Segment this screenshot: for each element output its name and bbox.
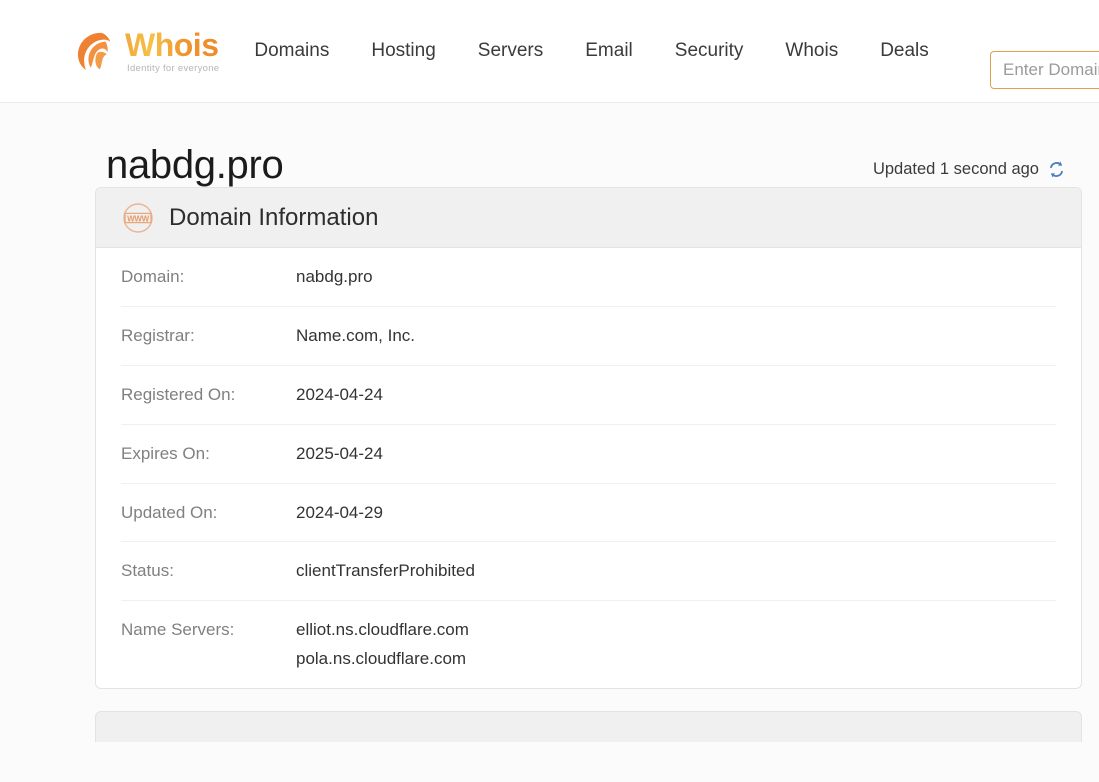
brand-wordmark: Whois Identity for everyone — [125, 29, 219, 74]
row-value-name-servers: elliot.ns.cloudflare.com pola.ns.cloudfl… — [296, 616, 1056, 674]
brand-logo-link[interactable]: Whois Identity for everyone — [72, 29, 219, 74]
table-row-status: Status: clientTransferProhibited — [121, 542, 1056, 602]
row-label: Registered On: — [121, 384, 236, 404]
row-value: 2024-04-29 — [296, 502, 383, 522]
row-label: Status: — [121, 561, 174, 581]
nav-item-email[interactable]: Email — [585, 34, 633, 68]
domain-information-card: WWW Domain Information Domain: nabdg.pro… — [95, 187, 1082, 690]
table-row-expires-on: Expires On: 2025-04-24 — [121, 425, 1056, 484]
site-header: Whois Identity for everyone Domains Host… — [0, 0, 1099, 103]
refresh-sync-icon[interactable] — [1047, 160, 1066, 179]
row-label: Updated On: — [121, 502, 218, 522]
updated-status: Updated 1 second ago — [873, 160, 1066, 179]
domain-search-input[interactable] — [990, 51, 1099, 89]
row-value: nabdg.pro — [296, 267, 373, 286]
row-label: Registrar: — [121, 325, 195, 345]
row-label: Expires On: — [121, 443, 210, 463]
nav-item-servers[interactable]: Servers — [478, 34, 543, 68]
row-label: Domain: — [121, 267, 185, 286]
next-card-partial — [95, 711, 1082, 743]
domain-information-card-header: WWW Domain Information — [96, 188, 1081, 248]
page-content: nabdg.pro Updated 1 second ago WWW Domai… — [0, 103, 1099, 782]
name-server-item: pola.ns.cloudflare.com — [296, 649, 467, 669]
row-value: clientTransferProhibited — [296, 561, 475, 581]
table-row-domain: Domain: nabdg.pro — [121, 248, 1056, 307]
www-globe-icon: WWW — [122, 202, 154, 234]
table-row-registered-on: Registered On: 2024-04-24 — [121, 366, 1056, 425]
table-row-updated-on: Updated On: 2024-04-29 — [121, 484, 1056, 543]
name-server-item: elliot.ns.cloudflare.com — [296, 620, 469, 640]
table-row-name-servers: Name Servers: elliot.ns.cloudflare.com p… — [121, 601, 1056, 688]
brand-tagline: Identity for everyone — [127, 62, 220, 74]
updated-timestamp-label: Updated 1 second ago — [872, 160, 1039, 178]
main-navigation: Domains Hosting Servers Email Security W… — [254, 34, 928, 68]
nav-item-security[interactable]: Security — [675, 34, 744, 68]
page-title-row: nabdg.pro Updated 1 second ago — [106, 103, 1083, 187]
domain-information-table: Domain: nabdg.pro Registrar: Name.com, I… — [96, 248, 1081, 688]
svg-text:WWW: WWW — [127, 214, 150, 223]
brand-name: Whois — [125, 26, 219, 63]
table-row-registrar: Registrar: Name.com, Inc. — [121, 307, 1056, 366]
nav-item-whois[interactable]: Whois — [785, 34, 838, 68]
nav-item-deals[interactable]: Deals — [880, 34, 929, 68]
row-label: Name Servers: — [121, 620, 235, 640]
row-value: Name.com, Inc. — [296, 325, 416, 345]
nav-item-hosting[interactable]: Hosting — [371, 34, 435, 68]
nav-item-domains[interactable]: Domains — [254, 34, 329, 68]
whois-swirl-logo-icon — [72, 29, 116, 73]
page-title: nabdg.pro — [106, 143, 284, 187]
row-value: 2025-04-24 — [296, 443, 383, 463]
row-value: 2024-04-24 — [296, 384, 383, 404]
domain-information-title: Domain Information — [169, 203, 379, 231]
